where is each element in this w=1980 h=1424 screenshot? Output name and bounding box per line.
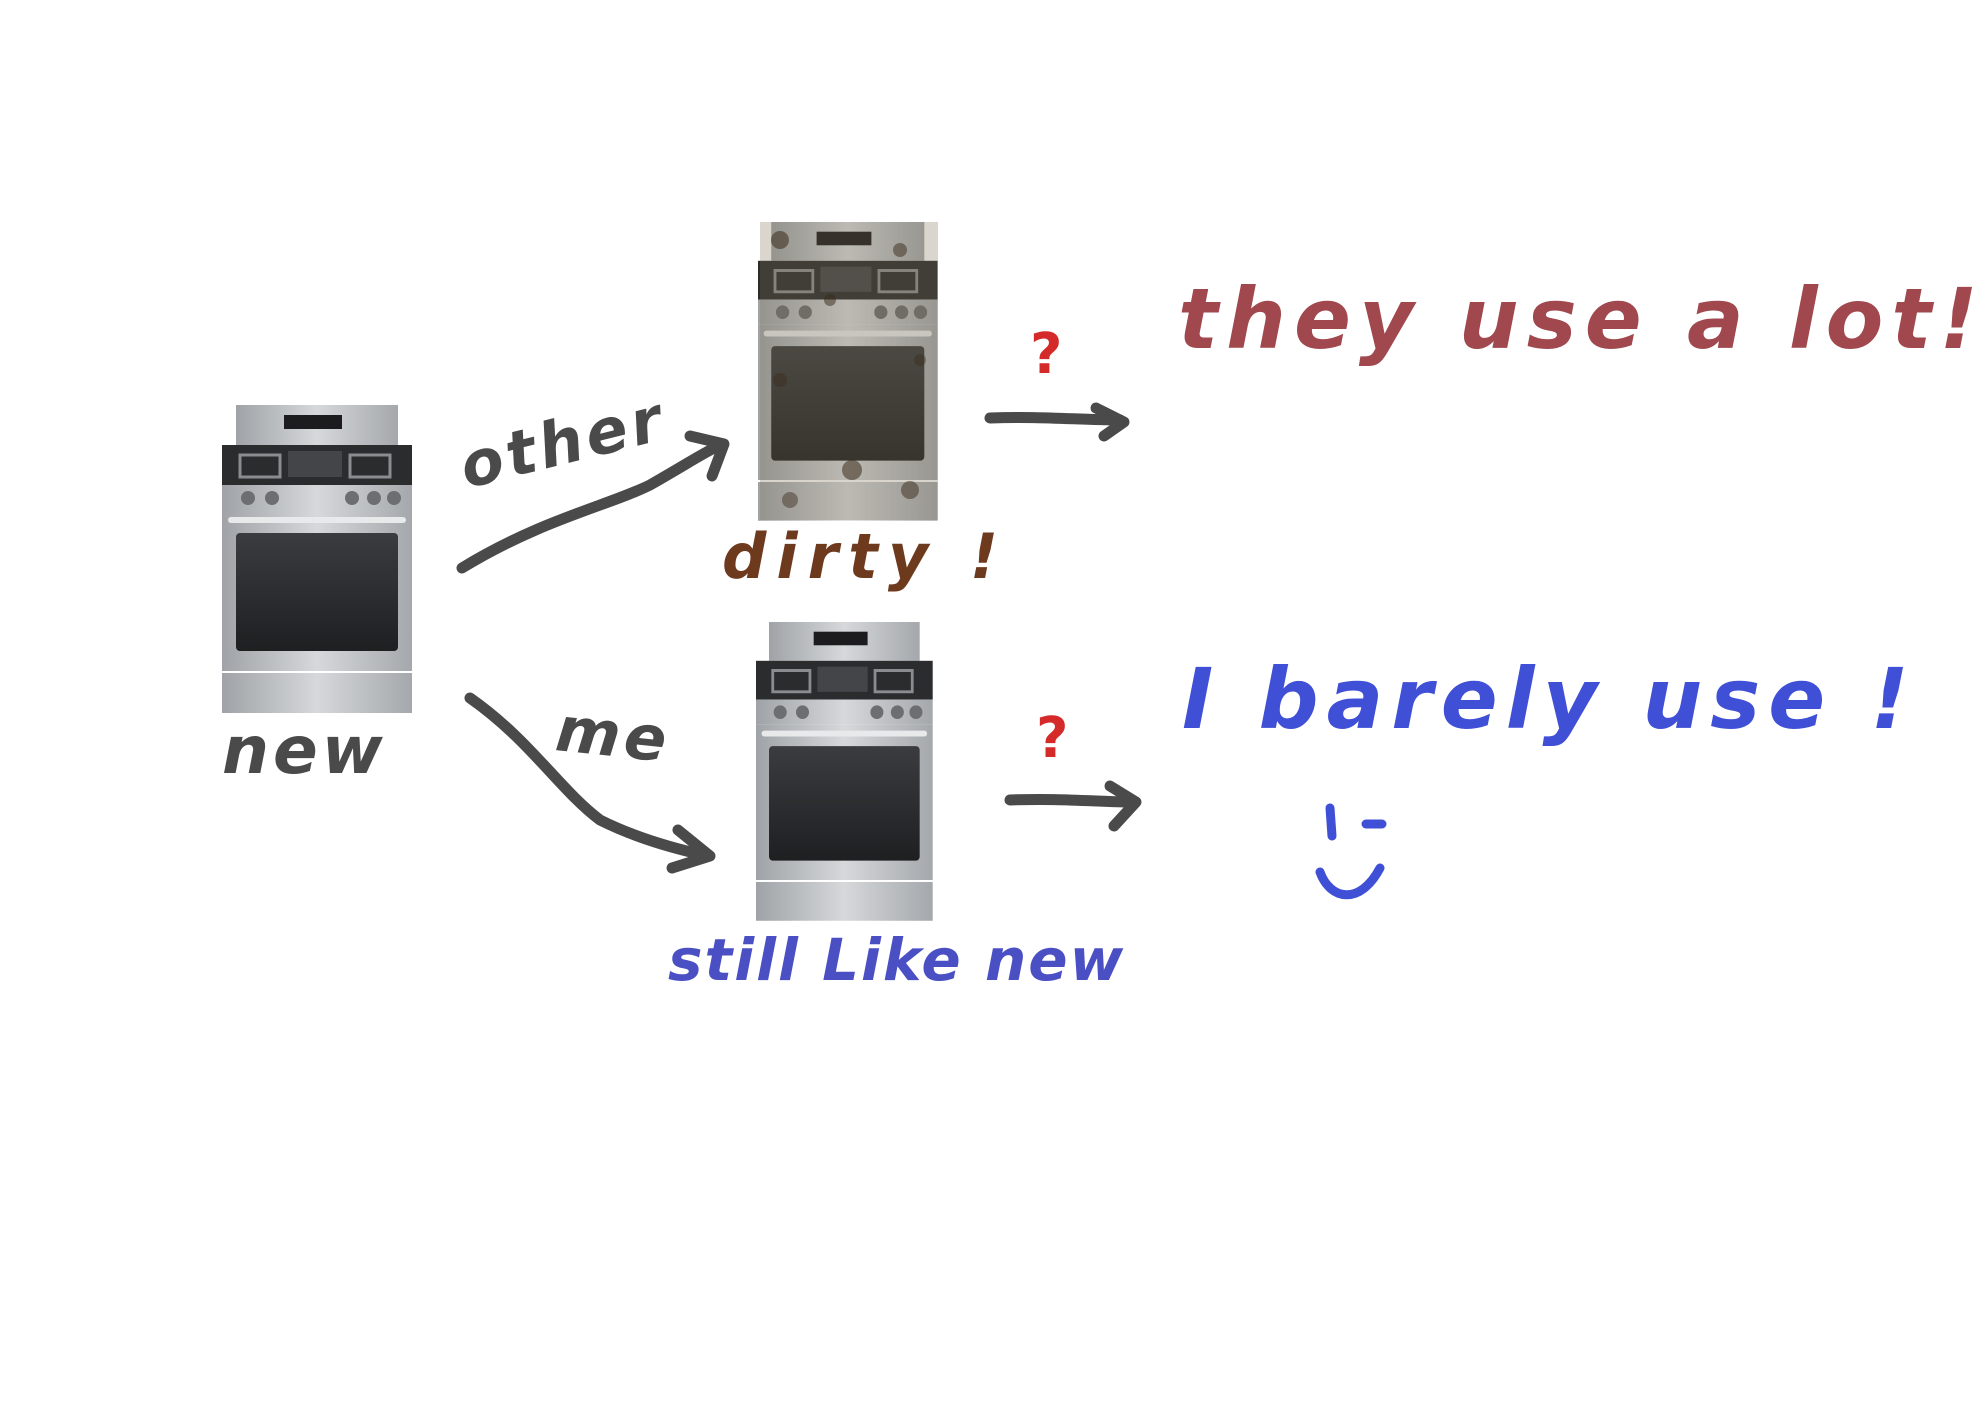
stove-dirty-icon <box>756 220 940 523</box>
label-i-barely-use: I barely use ! <box>1182 650 1917 748</box>
label-me: me <box>552 692 675 777</box>
question-mark-bottom: ? <box>1036 706 1069 771</box>
stove-clean-icon <box>754 620 935 923</box>
label-dirty: dirty ! <box>722 520 1009 593</box>
arrow-clean-to-text <box>1004 793 1140 808</box>
stove-new-icon <box>220 403 414 715</box>
smiley-icon <box>1315 803 1387 900</box>
label-they-use-a-lot: they use a lot! <box>1178 270 1980 368</box>
question-mark-top: ? <box>1030 322 1063 387</box>
arrow-dirty-to-text <box>984 411 1126 426</box>
label-new: new <box>222 712 387 789</box>
label-still-like-new: still Like new <box>668 926 1126 994</box>
